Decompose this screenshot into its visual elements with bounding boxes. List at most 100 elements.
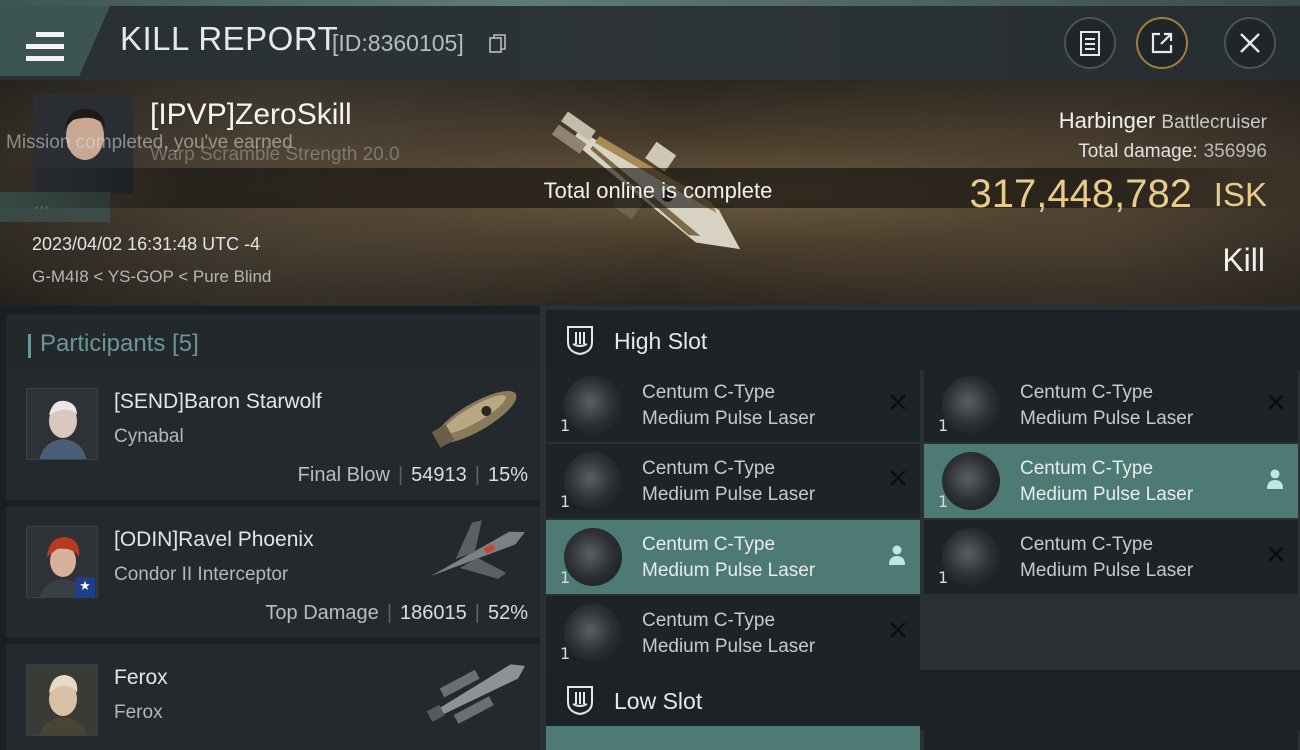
module-item[interactable]: 1 Centum C-Type Medium Pulse Laser (546, 520, 920, 594)
participants-title: Participants [5] (40, 330, 199, 357)
participant-row[interactable]: ★ [ODIN]Ravel Phoenix Condor II Intercep… (6, 506, 540, 638)
top-bar: KILL REPORT [ID:8360105] (0, 0, 1300, 80)
module-name-line2: Medium Pulse Laser (642, 484, 816, 505)
module-quantity: 1 (560, 492, 571, 511)
module-item[interactable]: 1 Centum C-Type Medium Pulse Laser (924, 444, 1298, 518)
module-item-partial[interactable] (546, 726, 920, 750)
destroyed-icon (890, 394, 906, 410)
participant-name[interactable]: [SEND]Baron Starwolf (114, 390, 322, 414)
low-slot-icon (567, 686, 593, 716)
pulse-laser-icon (564, 604, 622, 662)
top-accent-line (0, 0, 1300, 6)
participant-percent: 15% (487, 464, 528, 486)
pilot-portrait-image (27, 665, 97, 735)
module-name-line1: Centum C-Type (1020, 534, 1154, 555)
participant-row[interactable]: [SEND]Baron Starwolf Cynabal Final Blow |… (6, 368, 540, 500)
participants-header: Participants [5] (6, 314, 540, 372)
low-slot-label: Low Slot (614, 688, 703, 714)
module-quantity: 1 (560, 568, 571, 587)
victim-ship-class: Battlecruiser (1161, 112, 1267, 133)
destroyed-icon (1268, 546, 1284, 562)
high-slot-icon (567, 326, 593, 356)
close-icon (1240, 33, 1260, 53)
page-title: KILL REPORT (120, 20, 339, 57)
fitting-panel: High Slot 1 Centum C-Type Medium Pulse La… (540, 306, 1300, 750)
destroyed-icon (890, 622, 906, 638)
victim-pilot-name[interactable]: [IPVP]ZeroSkill (150, 98, 352, 132)
close-button[interactable] (1224, 17, 1276, 69)
pulse-laser-icon (564, 376, 622, 434)
module-quantity: 1 (938, 492, 949, 511)
clipboard-icon (1080, 31, 1100, 56)
participant-avatar[interactable] (26, 388, 98, 460)
pulse-laser-icon (942, 528, 1000, 586)
participant-damage: 186015 (400, 602, 467, 624)
isk-unit: ISK (1213, 176, 1267, 213)
participant-ship: Condor II Interceptor (114, 564, 289, 585)
module-quantity: 1 (560, 416, 571, 435)
hamburger-menu-icon[interactable] (26, 32, 64, 62)
module-name-line1: Centum C-Type (642, 610, 776, 631)
module-quantity: 1 (938, 416, 949, 435)
module-name-line2: Medium Pulse Laser (1020, 408, 1194, 429)
pilot-portrait-image (27, 389, 97, 459)
module-name-line1: Centum C-Type (1020, 382, 1154, 403)
victim-banner: ··· [IPVP]ZeroSkill Mission completed, y… (0, 80, 1300, 306)
module-item[interactable]: 1 Centum C-Type Medium Pulse Laser (924, 368, 1298, 442)
participant-name[interactable]: Ferox (114, 666, 168, 690)
participant-tag: Final Blow (297, 464, 390, 486)
victim-ship-type: Harbinger Battlecruiser (1059, 108, 1267, 134)
ghost-notification-text-2: Warp Scramble Strength 20.0 (150, 144, 400, 165)
kill-location[interactable]: G-M4I8 < YS-GOP < Pure Blind (32, 267, 271, 287)
dropped-person-icon (1267, 469, 1283, 489)
module-item[interactable]: 1 Centum C-Type Medium Pulse Laser (546, 444, 920, 518)
module-name-line1: Centum C-Type (642, 382, 776, 403)
module-name-line2: Medium Pulse Laser (642, 636, 816, 657)
copy-icon[interactable] (489, 34, 507, 54)
participant-percent: 52% (487, 602, 528, 624)
participant-ship-image (430, 520, 525, 579)
module-name: Centum C-Type Medium Pulse Laser (642, 608, 815, 660)
high-slot-header: High Slot (546, 310, 1300, 370)
share-button[interactable] (1136, 17, 1188, 69)
module-name-line2: Medium Pulse Laser (642, 560, 816, 581)
module-name: Centum C-Type Medium Pulse Laser (1020, 380, 1193, 432)
pulse-laser-icon (564, 528, 622, 586)
victim-ship-name: Harbinger (1058, 108, 1156, 133)
pulse-laser-icon (564, 452, 622, 510)
module-quantity: 1 (560, 644, 571, 663)
result-label: Kill (1222, 242, 1265, 278)
module-item-partial[interactable] (924, 726, 1298, 750)
header-accent-bar (28, 334, 31, 358)
menu-button[interactable] (0, 6, 110, 76)
participant-stats: Final Blow | 54913 | 15% (297, 464, 528, 486)
module-name-line2: Medium Pulse Laser (642, 408, 816, 429)
total-damage: Total damage: 356996 (1078, 141, 1267, 163)
module-name: Centum C-Type Medium Pulse Laser (642, 380, 815, 432)
module-name: Centum C-Type Medium Pulse Laser (642, 456, 815, 508)
pulse-laser-icon (942, 452, 1000, 510)
participant-row[interactable]: Ferox Ferox (6, 644, 540, 750)
module-name-line1: Centum C-Type (642, 458, 776, 479)
module-name-line2: Medium Pulse Laser (1020, 484, 1194, 505)
share-icon (1151, 32, 1173, 54)
kill-id: [ID:8360105] (332, 30, 464, 56)
isk-value: 317,448,782 (969, 172, 1192, 216)
module-item[interactable]: 1 Centum C-Type Medium Pulse Laser (924, 520, 1298, 594)
dropped-person-icon (889, 545, 905, 565)
module-name: Centum C-Type Medium Pulse Laser (642, 532, 815, 584)
report-button[interactable] (1064, 17, 1116, 69)
star-badge-icon: ★ (75, 577, 95, 597)
participant-ship: Cynabal (114, 426, 184, 447)
destroyed-icon (1268, 394, 1284, 410)
module-item[interactable]: 1 Centum C-Type Medium Pulse Laser (546, 368, 920, 442)
participant-avatar[interactable]: ★ (26, 526, 98, 598)
participant-name[interactable]: [ODIN]Ravel Phoenix (114, 528, 314, 552)
participant-avatar[interactable] (26, 664, 98, 736)
module-name: Centum C-Type Medium Pulse Laser (1020, 532, 1193, 584)
participant-damage: 54913 (411, 464, 467, 486)
module-name: Centum C-Type Medium Pulse Laser (1020, 456, 1193, 508)
module-item[interactable]: 1 Centum C-Type Medium Pulse Laser (546, 596, 920, 670)
module-name-line2: Medium Pulse Laser (1020, 560, 1194, 581)
destroyed-icon (890, 470, 906, 486)
